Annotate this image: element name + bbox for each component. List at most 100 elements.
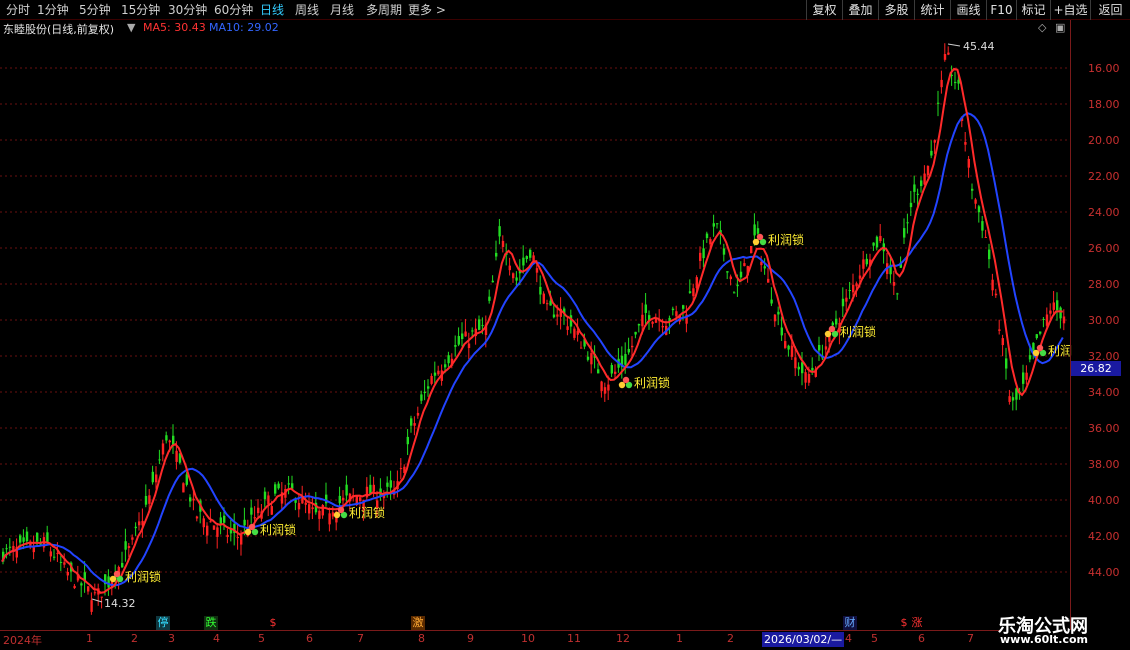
candle-body — [93, 592, 97, 594]
event-marker-drop[interactable]: 跌 — [204, 616, 218, 630]
f10-button[interactable]: F10 — [986, 0, 1016, 20]
event-marker-dollar[interactable]: $ — [897, 616, 911, 630]
ma10-value: MA10: 29.02 — [209, 21, 279, 34]
candle-body — [175, 450, 178, 462]
candle-body — [297, 502, 301, 510]
candle-body — [437, 370, 440, 375]
candle-body — [444, 364, 447, 368]
candle-body — [743, 263, 746, 267]
candle-body — [161, 443, 165, 455]
event-marker-halt[interactable]: 停 — [156, 616, 170, 630]
candle-body — [512, 273, 515, 279]
candle-body — [896, 293, 899, 295]
period-60min[interactable]: 60分钟 — [214, 2, 253, 18]
candle-body — [984, 236, 987, 238]
candle-body — [195, 516, 199, 519]
mark-button[interactable]: 标记 — [1016, 0, 1050, 20]
candlestick-chart[interactable]: 利润锁利润锁利润锁利润锁利润锁利润锁利润 44.0042.0040.0038.0… — [0, 0, 1130, 650]
y-tick-label: 34.00 — [1088, 386, 1120, 399]
candle-body — [835, 318, 838, 325]
candle-body — [182, 483, 185, 493]
signal-dot-icon — [248, 523, 256, 531]
stats-button[interactable]: 统计 — [914, 0, 950, 20]
candle-body — [389, 480, 392, 488]
period-5min[interactable]: 5分钟 — [79, 2, 111, 18]
candle-body — [722, 248, 726, 255]
period-15min[interactable]: 15分钟 — [121, 2, 160, 18]
candle-body — [410, 418, 413, 426]
add-watchlist-button[interactable]: +自选 — [1050, 0, 1090, 20]
candle-body — [692, 288, 695, 297]
period-more[interactable]: 更多 > — [408, 2, 446, 18]
candle-body — [988, 249, 991, 260]
candle-body — [1032, 342, 1035, 351]
candle-body — [712, 223, 715, 227]
adjust-button[interactable]: 复权 — [806, 0, 842, 20]
draw-button[interactable]: 画线 — [950, 0, 986, 20]
candle-body — [777, 311, 780, 315]
period-1min[interactable]: 1分钟 — [37, 2, 69, 18]
candle-body — [1056, 300, 1059, 311]
candle-body — [631, 345, 634, 348]
date-label: 2 — [727, 632, 734, 645]
candle-body — [801, 362, 804, 374]
candle-body — [66, 571, 69, 576]
event-marker-incentive[interactable]: 激 — [411, 616, 425, 630]
candle-body — [539, 286, 542, 295]
candle-body — [372, 484, 375, 492]
candle-body — [750, 246, 753, 254]
candle-body — [671, 308, 675, 311]
candle-body — [920, 180, 923, 187]
event-marker-rise[interactable]: 涨 — [910, 616, 924, 630]
event-marker-dollar[interactable]: $ — [266, 616, 280, 630]
diamond-icon[interactable]: ◇ — [1038, 21, 1046, 34]
candle-body — [413, 423, 416, 426]
multi-stock-button[interactable]: 多股 — [878, 0, 914, 20]
period-monthly[interactable]: 月线 — [330, 2, 354, 18]
signal-dot-icon — [109, 575, 117, 583]
candle-body — [501, 240, 505, 247]
candle-body — [787, 345, 790, 350]
candle-body — [726, 271, 729, 273]
date-label: 4 — [213, 632, 220, 645]
candle-body — [127, 546, 131, 548]
date-label: 5 — [258, 632, 265, 645]
candle-body — [1035, 334, 1038, 339]
candle-body — [991, 279, 994, 291]
period-30min[interactable]: 30分钟 — [168, 2, 207, 18]
signal-label: 利润 — [1048, 344, 1072, 358]
candle-body — [471, 330, 474, 332]
candle-body — [508, 265, 511, 271]
signal-markers: 利润锁利润锁利润锁利润锁利润锁利润锁利润 — [109, 232, 1072, 584]
period-multi[interactable]: 多周期 — [366, 2, 402, 18]
candle-body — [294, 500, 297, 503]
chevron-down-icon[interactable]: ▼ — [127, 21, 135, 34]
candle-body — [216, 527, 219, 537]
candle-body — [491, 280, 494, 283]
period-weekly[interactable]: 周线 — [295, 2, 319, 18]
overlay-button[interactable]: 叠加 — [842, 0, 878, 20]
candle-body — [535, 268, 539, 273]
candle-body — [637, 324, 641, 326]
candle-body — [212, 525, 216, 530]
candle-body — [916, 193, 919, 195]
stock-title[interactable]: 东睦股份(日线,前复权) — [3, 21, 114, 37]
back-button[interactable]: 返回 — [1090, 0, 1130, 20]
candle-body — [454, 344, 457, 347]
candle-body — [148, 495, 151, 504]
cursor-date: 2026/03/02/— — [762, 632, 845, 647]
candle-body — [416, 412, 420, 416]
candle-body — [253, 517, 256, 519]
candle-body — [954, 81, 957, 84]
period-tick[interactable]: 分时 — [6, 2, 30, 18]
candle-body — [763, 266, 766, 269]
candle-body — [73, 585, 76, 589]
candle-body — [36, 532, 39, 542]
panel-toggle-icon[interactable]: ▣ — [1055, 21, 1065, 34]
candle-body — [909, 202, 913, 208]
date-label: 11 — [567, 632, 581, 645]
y-tick-label: 38.00 — [1088, 458, 1120, 471]
event-marker-finance[interactable]: 财 — [843, 616, 857, 630]
period-daily[interactable]: 日线 — [260, 2, 284, 18]
y-axis-labels: 44.0042.0040.0038.0036.0034.0032.0030.00… — [1088, 62, 1120, 579]
